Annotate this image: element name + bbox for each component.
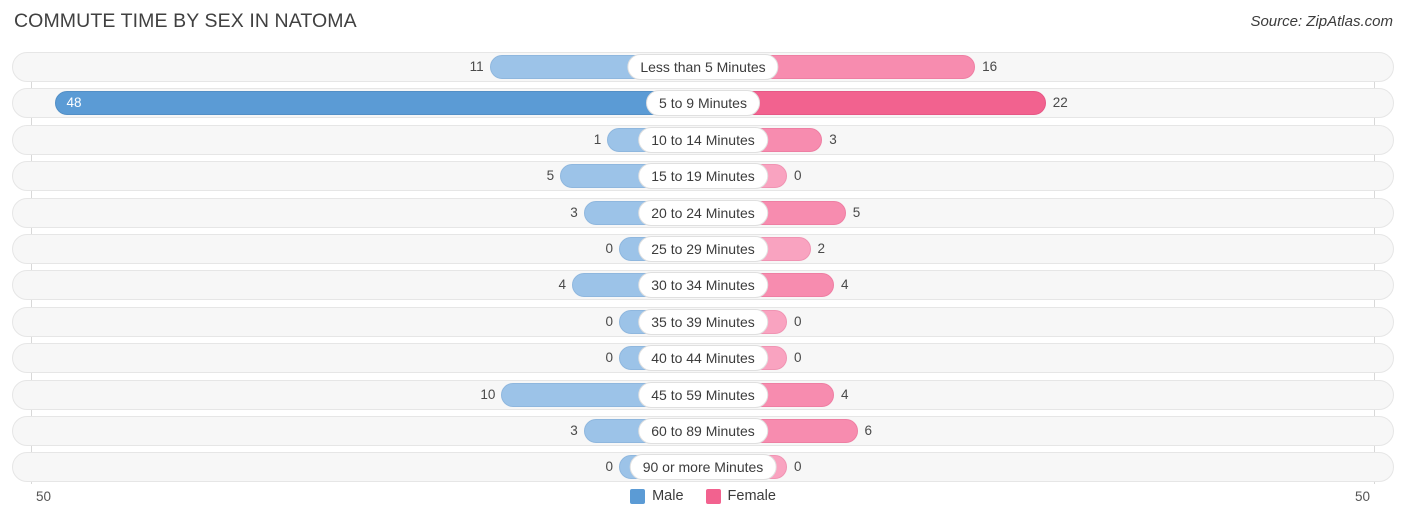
legend-item-male[interactable]: Male xyxy=(630,488,684,504)
chart-row[interactable]: 0 0 90 or more Minutes xyxy=(12,452,1394,482)
value-label-male: 11 xyxy=(469,59,484,74)
category-label: 30 to 34 Minutes xyxy=(638,272,768,298)
value-label-female: 6 xyxy=(864,423,873,438)
chart-row[interactable]: 4 4 30 to 34 Minutes xyxy=(12,270,1394,300)
chart-row[interactable]: 5 0 15 to 19 Minutes xyxy=(12,161,1394,191)
chart-page: COMMUTE TIME BY SEX IN NATOMA Source: Zi… xyxy=(0,0,1406,523)
legend-item-female[interactable]: Female xyxy=(705,488,776,504)
value-label-female: 22 xyxy=(1052,95,1068,110)
chart-row[interactable]: 1 3 10 to 14 Minutes xyxy=(12,125,1394,155)
value-label-male: 3 xyxy=(570,423,578,438)
chart-row[interactable]: 11 16 Less than 5 Minutes xyxy=(12,52,1394,82)
value-label-male: 5 xyxy=(546,168,555,183)
value-label-male: 0 xyxy=(605,350,613,365)
legend-swatch-male xyxy=(630,488,646,504)
value-label-female: 3 xyxy=(829,132,837,147)
category-label: 5 to 9 Minutes xyxy=(646,90,760,116)
chart-plot-area: 11 16 Less than 5 Minutes 48 22 5 to 9 Minute… xyxy=(0,52,1406,484)
value-label-female: 0 xyxy=(794,350,802,365)
value-label-male: 0 xyxy=(605,314,613,329)
page-title: COMMUTE TIME BY SEX IN NATOMA xyxy=(14,10,357,32)
value-label-male: 4 xyxy=(558,277,566,292)
value-label-female: 2 xyxy=(817,241,826,256)
category-label: 60 to 89 Minutes xyxy=(638,418,768,444)
source-attribution: Source: ZipAtlas.com xyxy=(1250,13,1393,30)
chart-row[interactable]: 0 0 40 to 44 Minutes xyxy=(12,343,1394,373)
value-label-female: 4 xyxy=(841,387,849,402)
category-label: Less than 5 Minutes xyxy=(627,54,779,80)
value-label-female: 0 xyxy=(794,459,802,474)
category-label: 10 to 14 Minutes xyxy=(638,127,768,153)
value-label-female: 0 xyxy=(794,314,802,329)
category-label: 45 to 59 Minutes xyxy=(638,382,768,408)
legend-label-female: Female xyxy=(727,488,776,504)
value-label-male: 10 xyxy=(480,387,496,402)
category-label: 35 to 39 Minutes xyxy=(638,309,768,335)
value-label-female: 5 xyxy=(852,205,861,220)
chart-legend: Male Female xyxy=(0,488,1406,504)
value-label-male: 0 xyxy=(605,241,613,256)
value-label-male: 0 xyxy=(605,459,613,474)
category-label: 15 to 19 Minutes xyxy=(638,163,768,189)
category-label: 25 to 29 Minutes xyxy=(638,236,768,262)
value-label-male: 1 xyxy=(593,132,602,147)
category-label: 20 to 24 Minutes xyxy=(638,200,768,226)
value-label-female: 0 xyxy=(794,168,802,183)
chart-row[interactable]: 48 22 5 to 9 Minutes xyxy=(12,88,1394,118)
chart-row[interactable]: 0 2 25 to 29 Minutes xyxy=(12,234,1394,264)
category-label: 40 to 44 Minutes xyxy=(638,345,768,371)
value-label-male: 48 xyxy=(66,95,82,110)
category-label: 90 or more Minutes xyxy=(629,454,777,480)
value-label-female: 16 xyxy=(982,59,998,74)
chart-row[interactable]: 0 0 35 to 39 Minutes xyxy=(12,307,1394,337)
value-label-male: 3 xyxy=(570,205,578,220)
legend-swatch-female xyxy=(705,488,721,504)
value-label-female: 4 xyxy=(841,277,849,292)
legend-label-male: Male xyxy=(652,488,684,504)
chart-row[interactable]: 10 4 45 to 59 Minutes xyxy=(12,380,1394,410)
chart-row[interactable]: 3 6 60 to 89 Minutes xyxy=(12,416,1394,446)
chart-row[interactable]: 3 5 20 to 24 Minutes xyxy=(12,198,1394,228)
bar-male[interactable] xyxy=(54,91,703,115)
